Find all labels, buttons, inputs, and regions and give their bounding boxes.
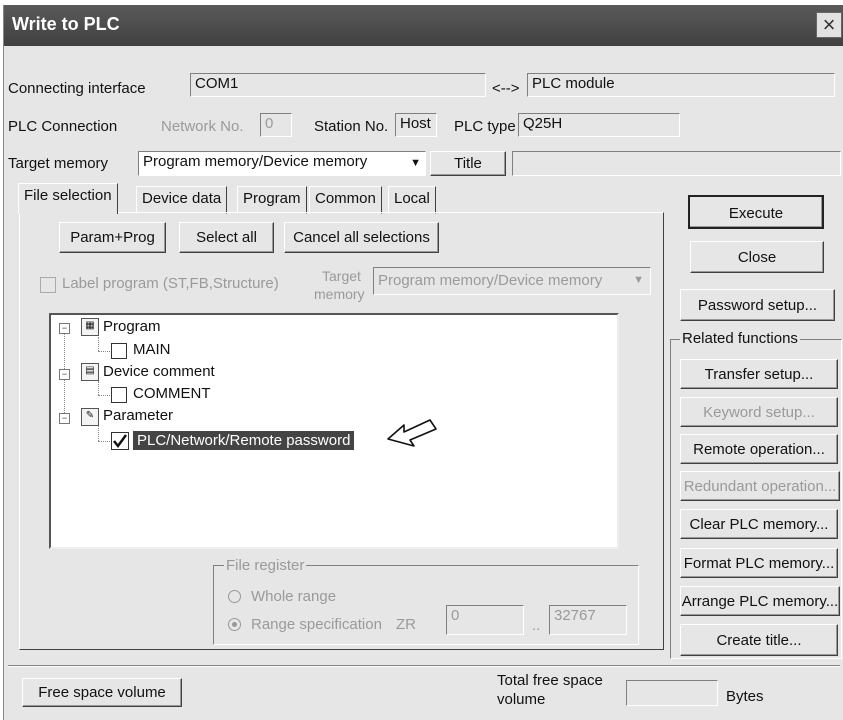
network-no-label: Network No. xyxy=(161,118,244,135)
connecting-interface-label: Connecting interface xyxy=(8,80,146,97)
whole-range-label: Whole range xyxy=(251,588,337,605)
tree-node-parameter[interactable]: Parameter xyxy=(103,407,173,424)
cancel-all-selections-button[interactable]: Cancel all selections xyxy=(284,222,439,253)
create-title-button[interactable]: Create title... xyxy=(680,624,838,656)
collapse-parameter-icon[interactable]: − xyxy=(59,413,70,424)
param-prog-button[interactable]: Param+Prog xyxy=(59,222,166,253)
target-memory-select[interactable]: Program memory/Device memory ▼ xyxy=(138,151,426,176)
program-folder-icon: ▦ xyxy=(81,318,99,336)
target-memory-sub-label-2: memory xyxy=(314,286,365,302)
panel-target-memory-value: Program memory/Device memory xyxy=(378,272,603,289)
collapse-device-comment-icon[interactable]: − xyxy=(59,369,70,380)
collapse-program-icon[interactable]: − xyxy=(59,323,70,334)
file-register-title: File register xyxy=(224,557,307,574)
tab-common[interactable]: Common xyxy=(309,186,382,214)
execute-button[interactable]: Execute xyxy=(688,195,824,229)
connection-arrow: <--> xyxy=(492,80,520,97)
total-free-space-label-1: Total free space xyxy=(497,672,603,689)
network-no-field: 0 xyxy=(260,113,292,137)
station-no-field: Host xyxy=(395,113,437,137)
free-space-volume-button[interactable]: Free space volume xyxy=(22,678,182,707)
plc-connection-label: PLC Connection xyxy=(8,118,118,135)
tree-node-comment[interactable]: COMMENT xyxy=(133,385,211,402)
title-bar: Write to PLC × xyxy=(4,5,843,46)
tree-node-password[interactable]: PLC/Network/Remote password xyxy=(133,431,355,450)
total-free-space-label-2: volume xyxy=(497,691,546,708)
write-to-plc-dialog: Write to PLC × Connecting interface COM1… xyxy=(3,5,843,720)
device-comment-icon: ▤ xyxy=(81,363,99,381)
related-functions-title: Related functions xyxy=(680,330,800,347)
panel-target-memory-select[interactable]: Program memory/Device memory ▼ xyxy=(373,267,651,295)
clear-plc-memory-button[interactable]: Clear PLC memory... xyxy=(680,509,838,539)
panel-dropdown-arrow-icon: ▼ xyxy=(633,274,644,286)
tab-file-selection[interactable]: File selection xyxy=(18,183,118,214)
tab-device-data[interactable]: Device data xyxy=(136,186,228,214)
footer-divider xyxy=(8,665,840,667)
tree-node-device-comment[interactable]: Device comment xyxy=(103,363,215,380)
password-setup-button[interactable]: Password setup... xyxy=(680,289,835,321)
checkmark-icon xyxy=(113,434,128,449)
station-no-label: Station No. xyxy=(314,118,389,135)
range-end-field[interactable]: 32767 xyxy=(549,605,627,635)
transfer-setup-button[interactable]: Transfer setup... xyxy=(680,359,838,389)
zr-label: ZR xyxy=(396,616,416,633)
target-memory-label: Target memory xyxy=(8,155,109,172)
close-button[interactable]: Close xyxy=(690,241,824,273)
select-all-button[interactable]: Select all xyxy=(179,222,274,253)
file-tree[interactable]: − ▦ Program MAIN − ▤ Device comment COMM… xyxy=(49,313,619,549)
range-specification-label: Range specification xyxy=(251,616,382,633)
total-free-space-field xyxy=(626,680,718,706)
target-memory-sub-label-1: Target xyxy=(322,268,361,284)
label-program-label: Label program (ST,FB,Structure) xyxy=(62,275,279,292)
comment-checkbox[interactable] xyxy=(111,387,127,403)
tree-node-program[interactable]: Program xyxy=(103,318,161,335)
dropdown-arrow-icon: ▼ xyxy=(410,157,421,169)
redundant-operation-button[interactable]: Redundant operation... xyxy=(680,471,840,501)
plc-type-field: Q25H xyxy=(518,113,680,137)
whole-range-radio[interactable] xyxy=(228,590,241,603)
range-start-field[interactable]: 0 xyxy=(446,605,524,635)
password-checkbox[interactable] xyxy=(111,432,129,450)
title-button[interactable]: Title xyxy=(430,151,506,176)
tab-program[interactable]: Program xyxy=(237,186,307,214)
range-separator: .. xyxy=(532,617,541,634)
format-plc-memory-button[interactable]: Format PLC memory... xyxy=(680,548,838,578)
tree-node-main[interactable]: MAIN xyxy=(133,341,171,358)
tab-local[interactable]: Local xyxy=(388,186,436,214)
keyword-setup-button[interactable]: Keyword setup... xyxy=(680,397,838,427)
bytes-label: Bytes xyxy=(726,688,764,705)
window-title: Write to PLC xyxy=(12,14,120,34)
plc-module-field: PLC module xyxy=(527,73,835,97)
range-specification-radio[interactable] xyxy=(228,618,241,631)
pointer-arrow-icon xyxy=(387,419,437,447)
main-checkbox[interactable] xyxy=(111,343,127,359)
arrange-plc-memory-button[interactable]: Arrange PLC memory... xyxy=(680,586,840,616)
close-window-button[interactable]: × xyxy=(816,12,842,38)
label-program-checkbox[interactable] xyxy=(40,277,56,293)
title-field xyxy=(512,151,841,176)
plc-type-label: PLC type xyxy=(454,118,516,135)
target-memory-value: Program memory/Device memory xyxy=(143,153,368,170)
parameter-icon: ✎ xyxy=(81,408,99,426)
remote-operation-button[interactable]: Remote operation... xyxy=(680,434,838,464)
connecting-interface-field: COM1 xyxy=(190,73,486,97)
